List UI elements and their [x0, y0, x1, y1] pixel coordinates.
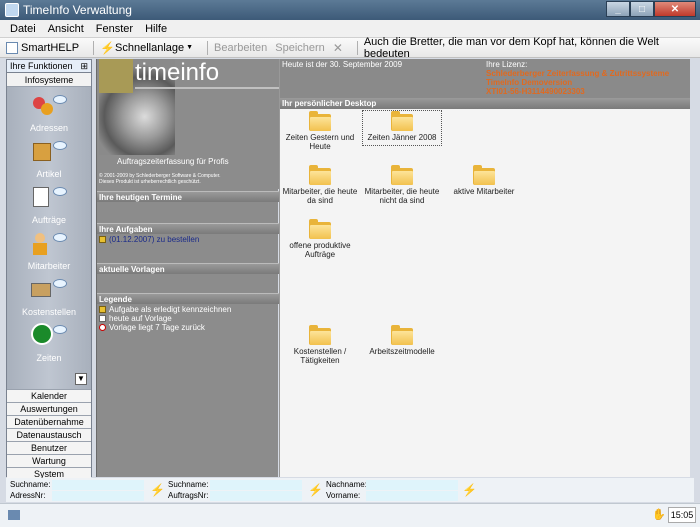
folder-zeiten-gestern-heute[interactable]: Zeiten Gestern und Heute	[280, 111, 360, 151]
folder-icon	[473, 165, 495, 185]
clock-display: 15:05	[668, 507, 696, 523]
quick-search-bar: Suchname: AdressNr: ⚡ Suchname: Auftrags…	[6, 478, 694, 502]
folder-arbeitszeitmodelle[interactable]: Arbeitszeitmodelle	[362, 325, 442, 356]
overdue-icon	[99, 324, 106, 331]
folder-mitarbeiter-da[interactable]: Mitarbeiter, die heute da sind	[280, 165, 360, 205]
folder-icon	[309, 325, 331, 345]
lightning-icon[interactable]: ⚡	[308, 484, 323, 496]
lightning-icon[interactable]: ⚡	[150, 484, 165, 496]
infosysteme-icons: Adressen Artikel Aufträge Mitarbeiter Ko…	[7, 87, 91, 389]
close-button[interactable]: ✕	[654, 1, 696, 17]
vorlagen-heading: aktuelle Vorlagen	[97, 263, 279, 274]
schnellanlage-button[interactable]: ⚡ Schnellanlage ▼	[100, 42, 193, 54]
smarthelp-icon	[6, 41, 18, 54]
today-icon	[99, 315, 106, 322]
addresses-icon	[27, 93, 71, 121]
logo-subtitle: Auftragszeiterfassung für Profis	[117, 157, 229, 166]
minimize-button[interactable]: _	[606, 1, 630, 17]
sidebar-item-mitarbeiter[interactable]: Mitarbeiter	[7, 231, 91, 271]
sidebar-item-zeiten[interactable]: Zeiten	[7, 323, 91, 363]
app-icon	[5, 3, 19, 17]
folder-icon	[309, 111, 331, 131]
adressnr-input[interactable]	[52, 491, 144, 501]
vorname-input[interactable]	[366, 491, 458, 501]
folder-icon	[391, 165, 413, 185]
auftrag-suchname-input[interactable]	[210, 480, 302, 490]
scroll-down-icon[interactable]: ▼	[75, 373, 87, 385]
task-checkbox-icon[interactable]	[99, 236, 106, 243]
window-titlebar: TimeInfo Verwaltung _ □ ✕	[0, 0, 700, 20]
functions-header: Ihre Funktionen ⊞	[7, 60, 91, 73]
sidebar-cat-wartung[interactable]: Wartung	[7, 454, 91, 467]
dropdown-arrow-icon: ▼	[186, 44, 194, 51]
desktop-heading: Ihr persönlicher Desktop	[280, 98, 690, 109]
auftragsnr-input[interactable]	[210, 491, 302, 501]
menu-fenster[interactable]: Fenster	[96, 23, 133, 35]
menu-ansicht[interactable]: Ansicht	[48, 23, 84, 35]
sidebar-item-artikel[interactable]: Artikel	[7, 139, 91, 179]
license-label: Ihre Lizenz:	[486, 60, 528, 69]
window-title: TimeInfo Verwaltung	[23, 3, 132, 17]
folder-aktive-mitarbeiter[interactable]: aktive Mitarbeiter	[444, 165, 524, 196]
sidebar-cat-auswertungen[interactable]: Auswertungen	[7, 402, 91, 415]
termine-heading: Ihre heutigen Termine	[97, 191, 279, 202]
folder-kostenstellen[interactable]: Kostenstellen / Tätigkeiten	[280, 325, 360, 365]
maximize-button[interactable]: □	[630, 1, 654, 17]
folder-icon	[309, 219, 331, 239]
speichern-button[interactable]: Speichern	[275, 42, 325, 54]
adressen-suchname-input[interactable]	[52, 480, 144, 490]
lightning-icon[interactable]: ⚡	[462, 484, 477, 496]
desktop-panel: Heute ist der 30. September 2009 Ihre Li…	[279, 59, 690, 477]
smarthelp-button[interactable]: SmartHELP	[6, 41, 79, 54]
sidebar-cat-datenaustausch[interactable]: Datenaustausch	[7, 428, 91, 441]
functions-panel: Ihre Funktionen ⊞ Infosysteme Adressen A…	[6, 59, 92, 480]
toolbar: SmartHELP ⚡ Schnellanlage ▼ Bearbeiten S…	[0, 35, 700, 60]
employees-icon	[27, 231, 71, 259]
info-panel: timeinfo Auftragszeiterfassung für Profi…	[96, 59, 279, 477]
logo-text: timeinfo	[135, 59, 220, 86]
folder-zeiten-jaenner-2008[interactable]: Zeiten Jänner 2008	[362, 110, 442, 146]
infosysteme-section[interactable]: Infosysteme	[7, 73, 91, 87]
articles-icon	[27, 139, 71, 167]
legend-item-today: heute auf Vorlage	[99, 314, 172, 323]
legend-item-done: Aufgabe als erledigt kennzeichnen	[99, 305, 231, 314]
done-icon	[99, 306, 106, 313]
orders-icon	[27, 185, 71, 213]
lightning-icon: ⚡	[100, 40, 115, 55]
status-icon	[8, 510, 20, 520]
cost-centers-icon	[27, 277, 71, 305]
date-text: Heute ist der 30. September 2009	[282, 60, 403, 69]
pin-icon[interactable]: ⊞	[80, 61, 88, 72]
menu-hilfe[interactable]: Hilfe	[145, 23, 167, 35]
folder-icon	[391, 111, 413, 131]
bearbeiten-button[interactable]: Bearbeiten	[214, 42, 267, 54]
sidebar-cat-datenuebernahme[interactable]: Datenübernahme	[7, 415, 91, 428]
aufgabe-item[interactable]: (01.12.2007) zu bestellen	[99, 235, 199, 244]
folder-offene-auftraege[interactable]: offene produktive Aufträge	[280, 219, 360, 259]
tray-icon[interactable]: ✋	[652, 508, 666, 522]
legende-heading: Legende	[97, 293, 279, 304]
aufgaben-heading: Ihre Aufgaben	[97, 223, 279, 234]
folder-icon	[309, 165, 331, 185]
times-icon	[27, 323, 71, 351]
sidebar-item-auftraege[interactable]: Aufträge	[7, 185, 91, 225]
copyright-text: © 2001-2009 by Schlederberger Software &…	[99, 173, 221, 185]
legend-item-overdue: Vorlage liegt 7 Tage zurück	[99, 323, 205, 332]
sidebar-cat-benutzer[interactable]: Benutzer	[7, 441, 91, 454]
folder-icon	[391, 325, 413, 345]
sidebar-item-kostenstellen[interactable]: Kostenstellen	[7, 277, 91, 317]
menu-datei[interactable]: Datei	[10, 23, 36, 35]
desktop-info-bar: Heute ist der 30. September 2009 Ihre Li…	[280, 59, 690, 98]
license-info: Schlederberger Zeiterfassung & Zutrittss…	[486, 69, 670, 96]
nachname-input[interactable]	[366, 480, 458, 490]
quote-text: Auch die Bretter, die man vor dem Kopf h…	[363, 35, 659, 60]
cancel-icon[interactable]: ✕	[333, 41, 343, 55]
sidebar-cat-kalender[interactable]: Kalender	[7, 389, 91, 402]
folder-mitarbeiter-nicht-da[interactable]: Mitarbeiter, die heute nicht da sind	[362, 165, 442, 205]
sidebar-item-adressen[interactable]: Adressen	[7, 93, 91, 133]
bottom-status-bar: ✋ 15:05	[0, 503, 700, 527]
timeinfo-logo: timeinfo Auftragszeiterfassung für Profi…	[97, 59, 279, 189]
